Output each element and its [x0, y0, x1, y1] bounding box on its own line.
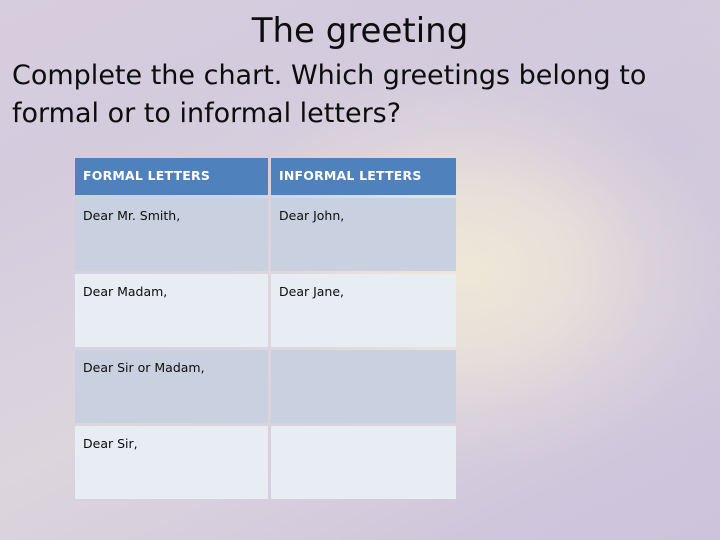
cell-informal-2[interactable]: Dear Jane,: [271, 274, 456, 347]
slide-canvas: The greeting Complete the chart. Which g…: [0, 0, 720, 540]
cell-formal-2[interactable]: Dear Madam,: [75, 274, 268, 347]
cell-informal-4[interactable]: [271, 426, 456, 499]
table-header-row: FORMAL LETTERS INFORMAL LETTERS: [75, 158, 456, 195]
table-row: Dear Madam, Dear Jane,: [75, 274, 456, 347]
cell-formal-1[interactable]: Dear Mr. Smith,: [75, 198, 268, 271]
cell-text: Dear Jane,: [279, 284, 345, 299]
page-title: The greeting: [251, 11, 469, 51]
column-header-informal: INFORMAL LETTERS: [271, 158, 456, 195]
cell-informal-3[interactable]: [271, 350, 456, 423]
table-row: Dear Sir or Madam,: [75, 350, 456, 423]
cell-text: Dear John,: [279, 208, 345, 223]
cell-text: Dear Sir,: [83, 436, 138, 451]
cell-formal-4[interactable]: Dear Sir,: [75, 426, 268, 499]
table-body: Dear Mr. Smith, Dear John, Dear Madam, D…: [75, 198, 456, 499]
cell-informal-1[interactable]: Dear John,: [271, 198, 456, 271]
instructions-text: Complete the chart. Which greetings belo…: [12, 60, 647, 129]
cell-formal-3[interactable]: Dear Sir or Madam,: [75, 350, 268, 423]
cell-text: Dear Mr. Smith,: [83, 208, 181, 223]
table-row: Dear Sir,: [75, 426, 456, 499]
table-row: Dear Mr. Smith, Dear John,: [75, 198, 456, 271]
greetings-chart-table: FORMAL LETTERS INFORMAL LETTERS Dear Mr.…: [72, 155, 459, 502]
column-header-formal: FORMAL LETTERS: [75, 158, 268, 195]
cell-text: Dear Sir or Madam,: [83, 360, 205, 375]
table-header: FORMAL LETTERS INFORMAL LETTERS: [75, 158, 456, 195]
cell-text: Dear Madam,: [83, 284, 168, 299]
